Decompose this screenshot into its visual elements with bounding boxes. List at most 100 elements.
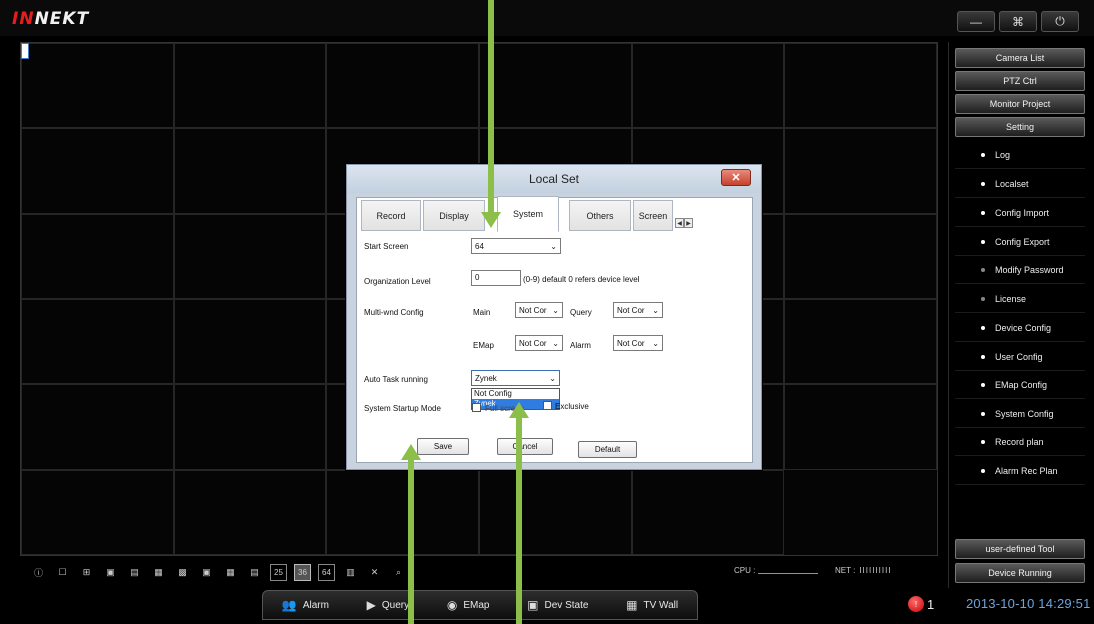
video-cell[interactable] xyxy=(21,213,174,299)
device-running-button[interactable]: Device Running xyxy=(955,563,1085,583)
auto-task-select[interactable]: Zynek ⌄ xyxy=(471,370,560,386)
monitor-project-button[interactable]: Monitor Project xyxy=(955,94,1085,114)
tab-record[interactable]: Record xyxy=(361,200,421,231)
menu-log[interactable]: Log xyxy=(955,141,1085,169)
main-label: Main xyxy=(473,308,491,317)
video-cell-selected[interactable] xyxy=(21,43,29,59)
menu-localset[interactable]: Localset xyxy=(955,170,1085,198)
power-button[interactable]: ⏻ xyxy=(1041,11,1079,32)
alarm-indicator[interactable]: ! 1 xyxy=(908,596,934,612)
tab-emap[interactable]: ◉ EMap xyxy=(441,595,496,615)
video-cell[interactable] xyxy=(326,469,479,555)
video-cell[interactable] xyxy=(631,43,785,129)
video-cell[interactable] xyxy=(173,128,327,214)
dialog-close-button[interactable]: ✕ xyxy=(721,169,751,186)
menu-license[interactable]: License xyxy=(955,285,1085,313)
layout-9-icon[interactable]: ▦ xyxy=(150,564,167,581)
fullscreen-checkbox[interactable] xyxy=(472,403,481,412)
auto-task-option[interactable]: Not Config xyxy=(472,389,559,399)
camera-list-button[interactable]: Camera List xyxy=(955,48,1085,68)
video-cell[interactable] xyxy=(173,469,327,555)
video-cell[interactable] xyxy=(631,469,785,555)
default-button[interactable]: Default xyxy=(578,441,637,458)
alarm-select[interactable]: Not Cor ⌄ xyxy=(613,335,663,351)
menu-user-config[interactable]: User Config xyxy=(955,343,1085,371)
menu-config-import[interactable]: Config Import xyxy=(955,199,1085,227)
layout-13-icon[interactable]: ▣ xyxy=(198,564,215,581)
layout-10-icon[interactable]: ▩ xyxy=(174,564,191,581)
layout-36-button[interactable]: 36 xyxy=(294,564,311,581)
tab-alarm[interactable]: 👥 Alarm xyxy=(276,595,335,615)
menu-emap-config[interactable]: EMap Config xyxy=(955,371,1085,399)
layout-64-button[interactable]: 64 xyxy=(318,564,335,581)
maximize-button[interactable]: ⌘ xyxy=(999,11,1037,32)
emap-select[interactable]: Not Cor ⌄ xyxy=(515,335,563,351)
video-cell[interactable] xyxy=(21,299,174,385)
title-bar: INNEKT — ⌘ ⏻ xyxy=(0,0,1094,36)
chevron-down-icon: ⌄ xyxy=(652,338,659,348)
video-cell[interactable] xyxy=(479,469,632,555)
save-button[interactable]: Save xyxy=(417,438,469,455)
ptz-ctrl-button[interactable]: PTZ Ctrl xyxy=(955,71,1085,91)
main-select[interactable]: Not Cor ⌄ xyxy=(515,302,563,318)
tab-query[interactable]: ▶ Query xyxy=(361,595,415,615)
alarm-value: Not Cor xyxy=(617,338,645,348)
menu-config-export[interactable]: Config Export xyxy=(955,228,1085,256)
arrow-down-icon xyxy=(481,212,501,228)
video-cell[interactable] xyxy=(21,128,174,214)
video-cell[interactable] xyxy=(173,299,327,385)
tab-screen[interactable]: Screen xyxy=(633,200,673,231)
video-cell[interactable] xyxy=(173,213,327,299)
org-level-input[interactable]: 0 xyxy=(471,270,521,286)
camera-query-icon: ▶ xyxy=(366,598,376,612)
menu-modify-password[interactable]: Modify Password xyxy=(955,256,1085,284)
layout-1-icon[interactable]: ☐ xyxy=(54,564,71,581)
video-cell[interactable] xyxy=(21,384,174,470)
video-cell[interactable] xyxy=(326,43,479,129)
globe-icon: ◉ xyxy=(446,598,458,612)
tab-alarm-label: Alarm xyxy=(302,599,329,611)
video-cell[interactable] xyxy=(21,469,174,555)
layout-wide-icon[interactable]: ▤ xyxy=(246,564,263,581)
menu-alarm-rec-plan[interactable]: Alarm Rec Plan xyxy=(955,457,1085,485)
layout-8-icon[interactable]: ▤ xyxy=(126,564,143,581)
start-screen-select[interactable]: 64 ⌄ xyxy=(471,238,561,254)
tab-dev-state[interactable]: ▣ Dev State xyxy=(521,595,594,615)
video-cell[interactable] xyxy=(21,43,174,129)
video-cell[interactable] xyxy=(173,43,327,129)
exclusive-checkbox[interactable] xyxy=(543,401,552,410)
video-cell[interactable] xyxy=(479,43,632,129)
setting-button[interactable]: Setting xyxy=(955,117,1085,137)
video-cell[interactable] xyxy=(173,384,327,470)
minimize-button[interactable]: — xyxy=(957,11,995,32)
query-select[interactable]: Not Cor ⌄ xyxy=(613,302,663,318)
video-cell[interactable] xyxy=(784,213,937,299)
layout-4-icon[interactable]: ⊞ xyxy=(78,564,95,581)
layout-6-icon[interactable]: ▣ xyxy=(102,564,119,581)
tab-others[interactable]: Others xyxy=(569,200,631,231)
alarm-label: Alarm xyxy=(570,341,591,350)
menu-record-plan[interactable]: Record plan xyxy=(955,428,1085,456)
custom-layout-icon[interactable]: ▥ xyxy=(342,564,359,581)
layout-16-icon[interactable]: ▦ xyxy=(222,564,239,581)
menu-system-config[interactable]: System Config xyxy=(955,400,1085,428)
user-defined-tool-button[interactable]: user-defined Tool xyxy=(955,539,1085,559)
menu-device-config[interactable]: Device Config xyxy=(955,314,1085,342)
zoom-icon[interactable]: ⌕ xyxy=(390,564,407,581)
video-cell[interactable] xyxy=(784,299,937,385)
alarm-count: 1 xyxy=(927,596,935,612)
layout-25-button[interactable]: 25 xyxy=(270,564,287,581)
tab-system[interactable]: System xyxy=(497,196,559,232)
video-cell[interactable] xyxy=(784,384,937,470)
chevron-down-icon: ⌄ xyxy=(550,241,557,251)
cancel-button[interactable]: Cancel xyxy=(497,438,553,455)
auto-task-value: Zynek xyxy=(475,373,497,383)
tab-scroll-right-icon[interactable]: ▶ xyxy=(684,218,693,228)
info-icon[interactable]: ⓘ xyxy=(30,564,47,581)
tab-tv-wall[interactable]: ▦ TV Wall xyxy=(620,595,684,615)
close-all-icon[interactable]: ✕ xyxy=(366,564,383,581)
tab-scroll-left-icon[interactable]: ◀ xyxy=(675,218,684,228)
video-cell[interactable] xyxy=(784,128,937,214)
video-cell[interactable] xyxy=(784,43,937,129)
tab-display[interactable]: Display xyxy=(423,200,485,231)
